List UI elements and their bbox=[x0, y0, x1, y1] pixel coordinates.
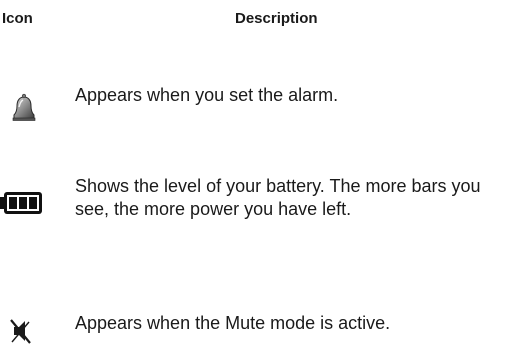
row-description: Shows the level of your battery. The mor… bbox=[75, 176, 481, 219]
alarm-bell-icon bbox=[0, 92, 46, 122]
column-header-icon: Icon bbox=[2, 10, 33, 27]
row-description: Appears when you set the alarm. bbox=[75, 85, 339, 105]
battery-level-icon bbox=[0, 189, 46, 219]
column-header-description: Description bbox=[235, 10, 318, 27]
row-description: Appears when the Mute mode is active. bbox=[75, 313, 391, 333]
mute-speaker-icon bbox=[0, 315, 46, 345]
